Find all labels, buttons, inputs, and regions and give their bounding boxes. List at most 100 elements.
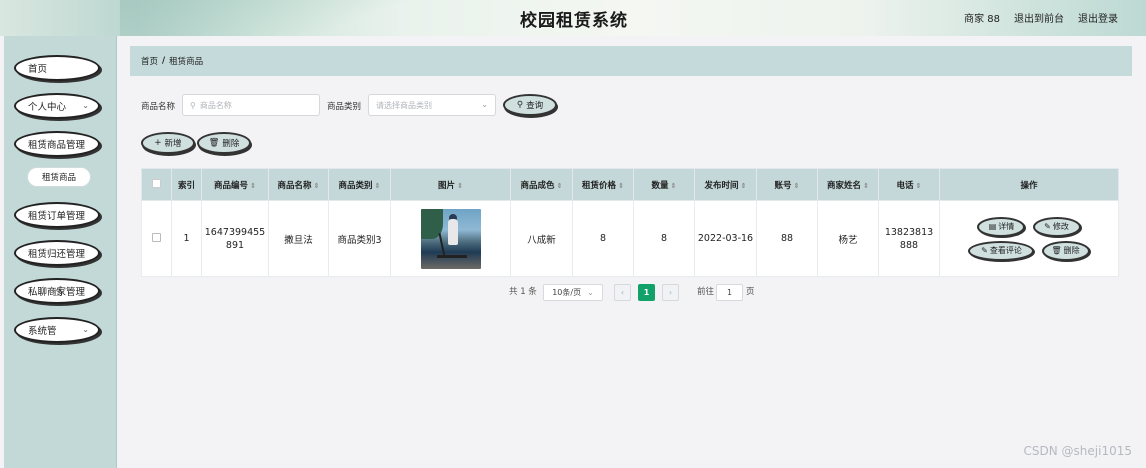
- column-header[interactable]: 商品类别 ⇕: [328, 168, 391, 201]
- top-bar: 校园租赁系统 商家 88 退出到前台 退出登录: [0, 0, 1146, 36]
- cell-account: 88: [756, 200, 818, 277]
- column-header[interactable]: 租赁价格 ⇕: [572, 168, 634, 201]
- add-button[interactable]: + 新增: [141, 132, 195, 154]
- breadcrumb-separator: /: [162, 56, 166, 66]
- column-header[interactable]: 图片 ⇕: [390, 168, 511, 201]
- cell-category: 商品类别3: [328, 200, 391, 277]
- detail-button[interactable]: ▤ 详情: [977, 216, 1026, 237]
- chevron-down-icon: ⌄: [82, 101, 89, 110]
- current-user: 商家 88: [964, 14, 1000, 25]
- prev-page-button[interactable]: ‹: [614, 284, 631, 301]
- row-checkbox[interactable]: [141, 200, 172, 277]
- cell-name: 撒旦法: [268, 200, 329, 277]
- column-header[interactable]: 商品成色 ⇕: [510, 168, 573, 201]
- document-icon: ▤: [988, 222, 997, 231]
- product-image[interactable]: [420, 208, 481, 269]
- sort-icon: ⇕: [670, 181, 677, 190]
- sidebar-item-label: 个人中心: [28, 102, 67, 113]
- column-header[interactable]: 商家姓名 ⇕: [817, 168, 879, 201]
- logout-link[interactable]: 退出登录: [1078, 10, 1118, 25]
- sort-icon: ⇕: [313, 181, 320, 190]
- edit-button[interactable]: ✎ 修改: [1032, 216, 1081, 237]
- sort-icon: ⇕: [618, 181, 624, 190]
- product-name-input[interactable]: ⚲ 商品名称: [182, 94, 320, 116]
- cell-published: 2022-03-16: [694, 200, 757, 277]
- plus-icon: +: [154, 138, 162, 148]
- sort-icon: ⇕: [863, 181, 869, 190]
- hand-cursor-icon: ☝: [54, 284, 63, 300]
- pencil-icon: ✎: [981, 246, 988, 255]
- column-header[interactable]: 商品编号 ⇕: [201, 168, 269, 201]
- row-delete-button[interactable]: 🗑 删除: [1041, 240, 1090, 261]
- cell-image[interactable]: [390, 200, 511, 277]
- trash-icon: 🗑: [1051, 246, 1062, 255]
- sort-icon: ⇕: [740, 181, 747, 190]
- cell-quantity: 8: [633, 200, 695, 277]
- sidebar-subitem-rental-goods[interactable]: 租赁商品: [28, 168, 90, 186]
- sidebar-item-label: 租赁商品管理: [28, 140, 86, 151]
- name-label: 商品名称: [141, 102, 176, 112]
- sidebar-subitem-label: 租赁商品: [41, 173, 76, 183]
- sidebar-item-system[interactable]: 系统管 ⌄: [14, 317, 100, 343]
- column-header: 索引: [171, 168, 202, 201]
- sidebar-item-label: 租赁归还管理: [28, 249, 86, 260]
- table-row: 1 1647399455891 撒旦法 商品类别3 八成新 8 8 2022-0…: [141, 200, 1119, 277]
- sort-icon: ⇕: [556, 181, 563, 190]
- sidebar-item-home[interactable]: 首页: [14, 55, 100, 81]
- page-size-select[interactable]: 10条/页 ⌄: [543, 284, 603, 301]
- cell-actions: ▤ 详情 ✎ 修改 ✎ 查看评论 🗑 删除: [939, 200, 1119, 277]
- sort-icon: ⇕: [915, 181, 922, 190]
- category-label: 商品类别: [327, 102, 362, 112]
- goto-page-input[interactable]: 1: [716, 284, 743, 301]
- column-header[interactable]: 发布时间 ⇕: [694, 168, 757, 201]
- cell-condition: 八成新: [510, 200, 573, 277]
- sidebar-item-rental-returns[interactable]: 租赁归还管理: [14, 240, 100, 266]
- table-header-row: 索引 商品编号 ⇕ 商品名称 ⇕ 商品类别 ⇕ 图片 ⇕ 商品成色 ⇕ 租赁价格 ⇕ 数量 ⇕…: [141, 168, 1119, 201]
- column-header: 操作: [939, 168, 1119, 201]
- cell-merchant: 杨艺: [817, 200, 879, 277]
- sort-icon: ⇕: [793, 181, 800, 190]
- sidebar-item-label: 租赁订单管理: [28, 211, 86, 222]
- sort-icon: ⇕: [250, 181, 256, 190]
- cell-code: 1647399455891: [201, 200, 269, 277]
- sort-icon: ⇕: [374, 181, 381, 190]
- column-header[interactable]: 商品名称 ⇕: [268, 168, 329, 201]
- cell-phone: 13823813888: [878, 200, 940, 277]
- category-select[interactable]: 请选择商品类别 ⌄: [368, 94, 496, 116]
- sort-icon: ⇕: [457, 181, 463, 190]
- header-decoration: [120, 0, 440, 36]
- sidebar-item-rental-goods[interactable]: 租赁商品管理: [14, 131, 100, 157]
- add-button-label: 新增: [164, 139, 182, 149]
- chevron-right-icon: ›: [668, 288, 673, 297]
- watermark: CSDN @sheji1015: [1023, 444, 1132, 458]
- select-all-checkbox[interactable]: [141, 168, 172, 201]
- trash-icon: 🗑: [208, 138, 220, 148]
- next-page-button[interactable]: ›: [662, 284, 679, 301]
- breadcrumb-home[interactable]: 首页: [141, 55, 158, 67]
- breadcrumb-current: 租赁商品: [169, 57, 204, 67]
- search-icon: ⚲: [516, 100, 524, 110]
- chevron-down-icon: ⌄: [481, 100, 488, 109]
- page-number-button[interactable]: 1: [638, 284, 655, 301]
- header-actions: 商家 88 退出到前台 退出登录: [964, 10, 1118, 25]
- sidebar: 首页 个人中心 ⌄ 租赁商品管理 租赁商品 租赁订单管理 租赁归还管理 私聊商家…: [4, 36, 117, 468]
- delete-button[interactable]: 🗑 删除: [197, 132, 251, 154]
- chevron-left-icon: ‹: [620, 288, 625, 297]
- cell-price: 8: [572, 200, 634, 277]
- query-button[interactable]: ⚲ 查询: [503, 94, 557, 116]
- app-title: 校园租赁系统: [520, 11, 628, 31]
- query-button-label: 查询: [526, 101, 544, 111]
- chevron-down-icon: ⌄: [587, 288, 594, 297]
- sidebar-item-rental-orders[interactable]: 租赁订单管理: [14, 202, 100, 228]
- goto-suffix: 页: [746, 287, 755, 297]
- pagination-total: 共 1 条: [509, 287, 537, 297]
- back-to-front-link[interactable]: 退出到前台: [1014, 10, 1064, 25]
- search-icon: ⚲: [190, 100, 196, 110]
- column-header[interactable]: 数量 ⇕: [633, 168, 695, 201]
- column-header[interactable]: 电话 ⇕: [878, 168, 940, 201]
- page-size-value: 10条/页: [552, 288, 582, 297]
- sidebar-item-profile[interactable]: 个人中心 ⌄: [14, 93, 100, 119]
- category-placeholder: 请选择商品类别: [376, 100, 432, 110]
- view-reviews-button[interactable]: ✎ 查看评论: [968, 240, 1035, 261]
- column-header[interactable]: 账号 ⇕: [756, 168, 818, 201]
